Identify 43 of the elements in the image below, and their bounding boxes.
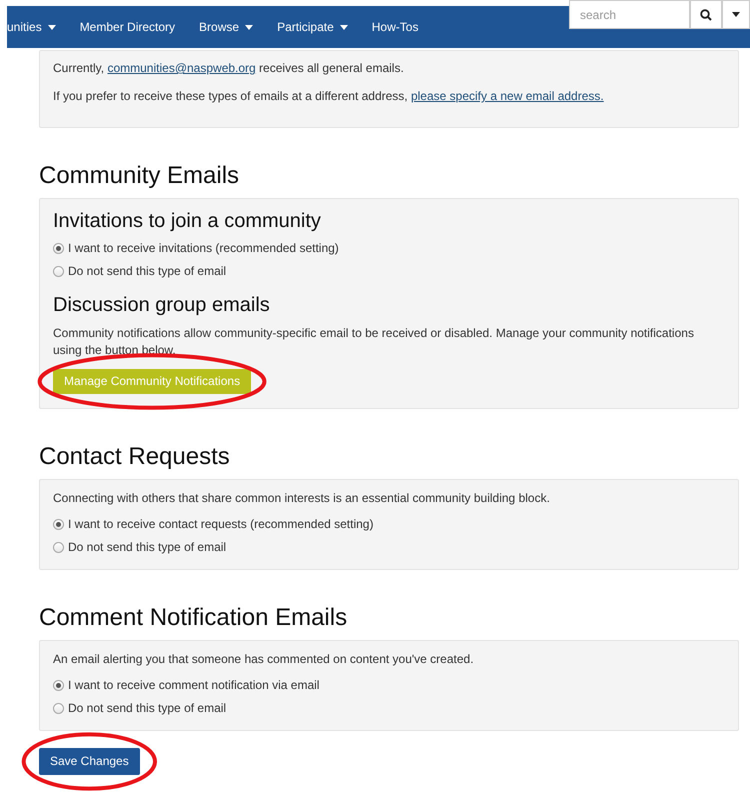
- dropdown-button[interactable]: [722, 0, 750, 29]
- section-heading: Contact Requests: [39, 443, 231, 471]
- radio-option[interactable]: Do not send this type of email: [53, 701, 725, 716]
- caret-icon: [340, 24, 348, 30]
- subsection-heading: Discussion group emails: [53, 293, 271, 317]
- radio-button[interactable]: [53, 266, 64, 277]
- radio-label: Do not send this type of email: [68, 264, 226, 279]
- nav-link[interactable]: How-Tos: [360, 6, 430, 48]
- caret-icon: [732, 12, 740, 17]
- radio-button[interactable]: [53, 703, 64, 714]
- search-field[interactable]: search: [569, 0, 690, 29]
- radio-label: Do not send this type of email: [68, 540, 226, 555]
- radio-label: I want to receive comment notification via email: [68, 678, 320, 693]
- radio-button[interactable]: [53, 680, 64, 691]
- radio-option[interactable]: I want to receive invitations (recommended setting): [53, 241, 725, 256]
- search-icon: [700, 8, 712, 20]
- section-heading: Community Emails: [39, 162, 240, 190]
- nav-link[interactable]: unities: [7, 6, 68, 48]
- email-link[interactable]: communities@naspweb.org: [107, 61, 256, 75]
- radio-option[interactable]: Do not send this type of email: [53, 540, 725, 555]
- search-button[interactable]: [690, 0, 722, 29]
- info-text: Currently, communities@naspweb.org receives all general emails.: [53, 60, 405, 77]
- info-text: If you prefer to receive these types of emails at a different address, please specify a new email address.: [53, 88, 605, 105]
- subsection-heading: Invitations to join a community: [53, 209, 322, 233]
- section-heading: Comment Notification Emails: [39, 604, 348, 632]
- nav-link[interactable]: Browse: [187, 6, 266, 48]
- radio-option[interactable]: Do not send this type of email: [53, 264, 725, 279]
- radio-button[interactable]: [53, 519, 64, 530]
- nav-link[interactable]: Participate: [265, 6, 360, 48]
- radio-option[interactable]: I want to receive comment notification via email: [53, 678, 725, 693]
- radio-label: I want to receive invitations (recommended setting): [68, 241, 339, 256]
- email-link[interactable]: please specify a new email address.: [410, 89, 604, 103]
- save-changes-button[interactable]: Save Changes: [39, 748, 140, 775]
- radio-button[interactable]: [53, 243, 64, 254]
- radio-label: I want to receive contact requests (recommended setting): [68, 517, 374, 532]
- radio-option[interactable]: I want to receive contact requests (recommended setting): [53, 517, 725, 532]
- caret-icon: [245, 24, 254, 30]
- description-text: Connecting with others that share common interests is an essential community building block.: [53, 490, 551, 507]
- radio-label: Do not send this type of email: [68, 701, 226, 716]
- nav-link[interactable]: Member Directory: [68, 6, 188, 48]
- radio-button[interactable]: [53, 542, 64, 553]
- caret-icon: [48, 24, 56, 30]
- description-text: An email alerting you that someone has commented on content you've created.: [53, 651, 475, 668]
